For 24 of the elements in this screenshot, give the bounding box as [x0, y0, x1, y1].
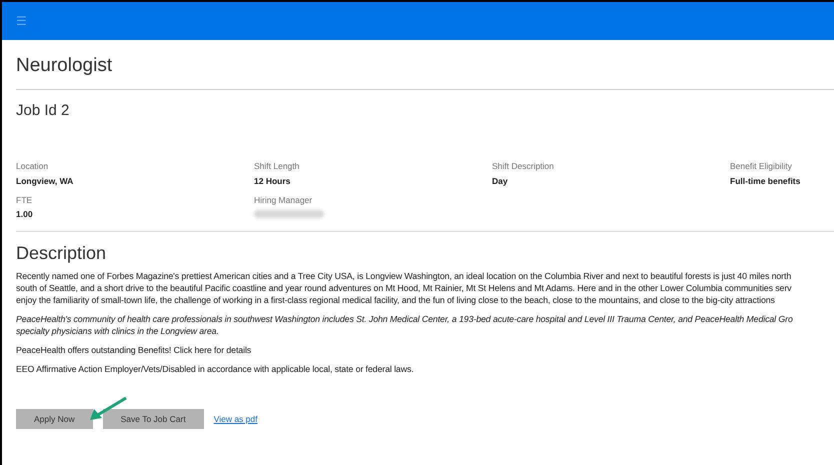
apply-button[interactable]: Apply Now	[16, 409, 93, 429]
field-value: 1.00	[16, 208, 34, 221]
description-text: specialty physicians with clinics in the Longview area.	[16, 325, 220, 337]
job-id: Job Id 2	[16, 100, 70, 120]
field-value: Longview, WA	[16, 174, 74, 188]
field-label: Benefit Eligibility	[730, 160, 793, 173]
job-title: Neurologist	[16, 52, 834, 90]
description-text: south of Seattle, and a short drive to the beautiful Pacific coastline and year round adventures on Mt Hood, Mt Rainier, Mt St Helens and Mt Adams. Here and in the other Lower Columbia communities serv	[16, 282, 792, 294]
description-text: PeaceHealth offers outstanding Benefits! Click here for details	[16, 344, 252, 356]
description-text: enjoy the familiarity of small-town life, the challenge of working in a first-class regional medical facility, and the fun of living close to the beach, close to the mountains, and close to the big-city attractions	[16, 294, 776, 306]
save-button[interactable]: Save To Job Cart	[102, 409, 204, 429]
description-text: PeaceHealth's community of health care professionals in southwest Washington includes St. John Medical Center, a 193-bed acute-care hospital and Level III Trauma Center, and PeaceHealth Medical Gro	[16, 313, 794, 325]
field-label: Shift Description	[492, 160, 555, 173]
description-text: Recently named one of Forbes Magazine's prettiest American cities and a Tree City USA, is Longview Washington, an ideal location on the Columbia River and next to beautiful forests is just 40 miles north	[16, 270, 792, 282]
pdf-link[interactable]: View as pdf	[214, 412, 258, 426]
field-value: 12 Hours	[254, 174, 292, 188]
field-value: Full-time benefits	[730, 174, 802, 188]
field-value: Day	[492, 174, 509, 188]
field-label: Location	[16, 160, 50, 173]
field-label: FTE	[16, 194, 34, 206]
field-label: Hiring Manager	[254, 194, 314, 206]
field-label: Shift Length	[254, 160, 300, 173]
description-text: EEO Affirmative Action Employer/Vets/Disabled in accordance with applicable local, state or federal laws.	[16, 363, 415, 375]
section-heading: Description	[16, 242, 108, 265]
